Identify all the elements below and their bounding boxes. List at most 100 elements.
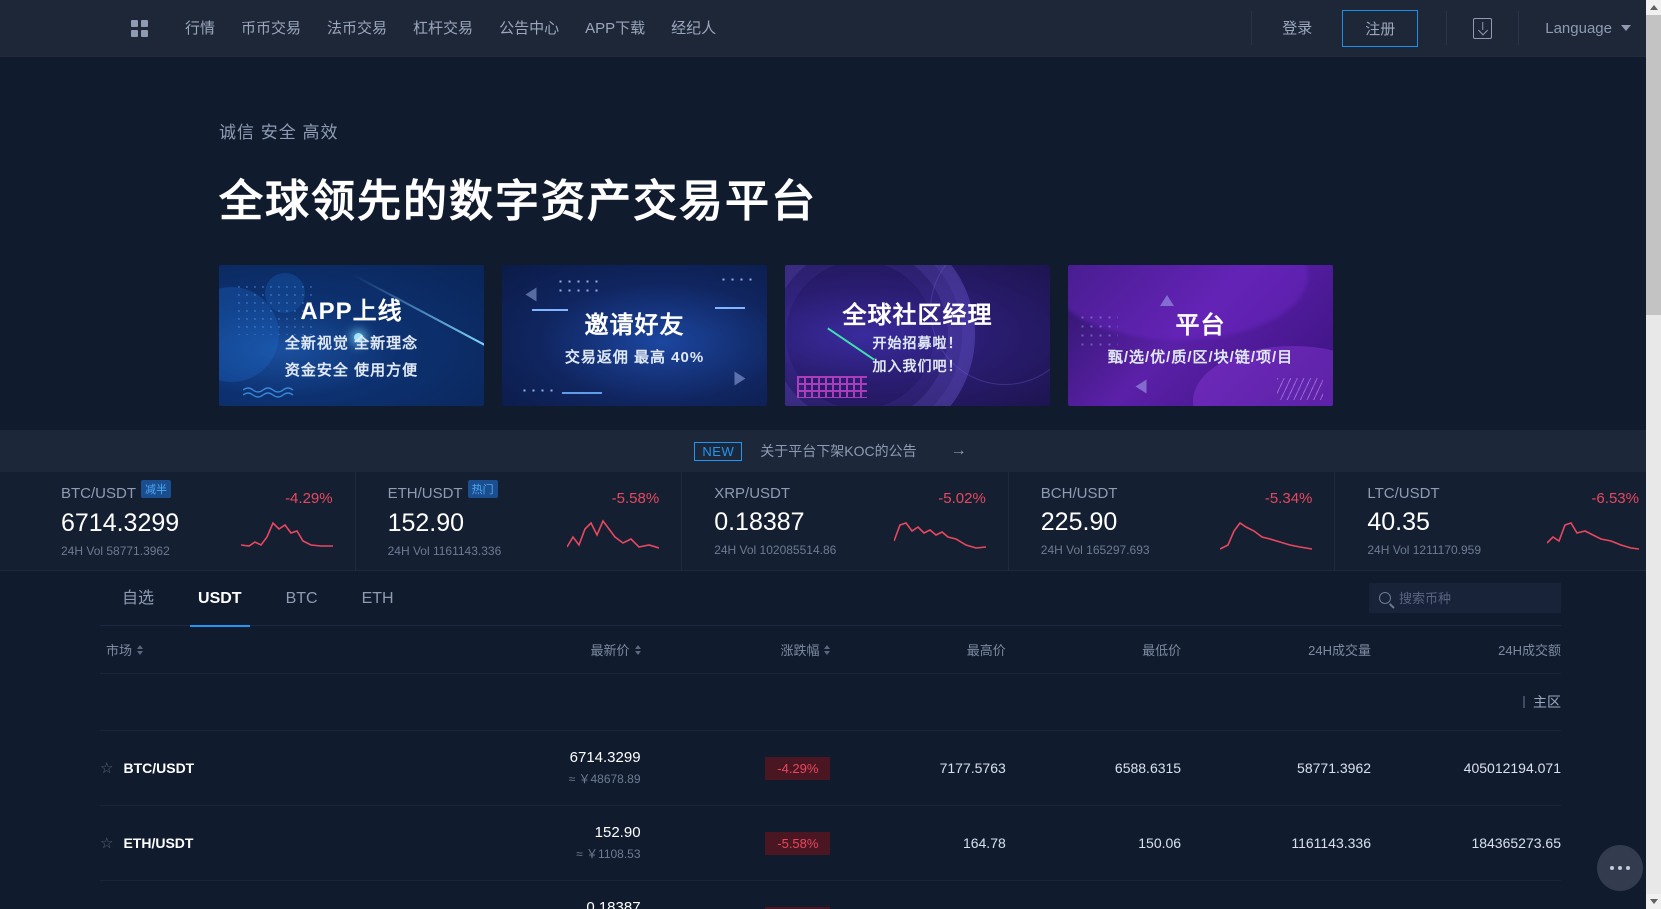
col-turnover[interactable]: 24H成交额: [1371, 626, 1561, 674]
banner-card-app-launch[interactable]: APP上线 全新视觉 全新理念 资金安全 使用方便: [219, 265, 484, 406]
register-button[interactable]: 注册: [1342, 10, 1418, 47]
ticker-badge: 减半: [141, 480, 171, 498]
scroll-up-button[interactable]: [1646, 0, 1661, 15]
banner-card-invite-friends[interactable]: 邀请好友 交易返佣 最高 40%: [502, 265, 767, 406]
col-last-price-inner[interactable]: 最新价: [591, 640, 641, 659]
col-market[interactable]: 市场: [100, 626, 451, 674]
col-volume[interactable]: 24H成交量: [1181, 626, 1371, 674]
cell-price: 0.18387 ≈ ￥1.33: [451, 881, 641, 909]
arrow-right-icon[interactable]: →: [951, 442, 967, 460]
new-badge: NEW: [694, 442, 742, 461]
scrollbar-thumb[interactable]: [1646, 15, 1661, 315]
nav-item-margin-trading[interactable]: 杠杆交易: [400, 0, 486, 57]
cell-pair[interactable]: ☆ XRP/USDT: [100, 881, 451, 909]
sort-icon[interactable]: [137, 645, 143, 655]
tab-favorites[interactable]: 自选: [100, 571, 176, 626]
cell-turnover: 405012194.071: [1371, 731, 1561, 806]
nav-item-spot-trading[interactable]: 币币交易: [228, 0, 314, 57]
cell-pair[interactable]: ☆ BTC/USDT: [100, 731, 451, 806]
ticker-item-eth[interactable]: ETH/USDT 热门 152.90 24H Vol 1161143.336 -…: [355, 472, 682, 571]
star-icon[interactable]: ☆: [100, 834, 113, 852]
ticker-item-btc[interactable]: BTC/USDT 减半 6714.3299 24H Vol 58771.3962…: [0, 472, 355, 571]
ticker-volume: 24H Vol 1161143.336: [388, 544, 502, 558]
tab-usdt[interactable]: USDT: [176, 571, 264, 626]
grid-menu-icon[interactable]: [131, 20, 148, 37]
ticker-price: 225.90: [1041, 508, 1150, 537]
tab-btc[interactable]: BTC: [264, 571, 340, 626]
search-input[interactable]: [1399, 591, 1551, 606]
announcement-bar: NEW 关于平台下架KOC的公告 →: [0, 430, 1661, 472]
banner-decor-dots: [719, 275, 753, 287]
table-header-row: 市场 最新价 涨跌幅: [100, 626, 1561, 674]
banner-decor-wave: [243, 386, 299, 400]
nav-right-group: 登录 注册 Language: [1251, 0, 1661, 56]
ticker-item-xrp[interactable]: XRP/USDT 0.18387 24H Vol 102085514.86 -5…: [681, 472, 1008, 571]
banner-decor-dots: [1078, 313, 1118, 349]
ticker-change: -6.53%: [1591, 490, 1639, 507]
banner-decor-hatch: [1277, 378, 1323, 400]
ticker-item-ltc[interactable]: LTC/USDT 40.35 24H Vol 1211170.959 -6.53…: [1334, 472, 1661, 571]
table-row[interactable]: ☆ XRP/USDT 0.18387 ≈ ￥1.33 -5.02% 0.1956…: [100, 881, 1561, 909]
ticker-volume: 24H Vol 1211170.959: [1367, 543, 1481, 557]
star-icon[interactable]: ☆: [100, 759, 113, 777]
banner-line-2: 加入我们吧！: [873, 356, 963, 376]
col-market-inner[interactable]: 市场: [106, 640, 143, 659]
col-change[interactable]: 涨跌幅: [641, 626, 831, 674]
chevron-up-icon: [1650, 5, 1658, 10]
nav-item-fiat-trading[interactable]: 法币交易: [314, 0, 400, 57]
table-row[interactable]: ☆ ETH/USDT 152.90 ≈ ￥1108.53 -5.58% 164.…: [100, 806, 1561, 881]
login-button[interactable]: 登录: [1252, 0, 1342, 56]
chat-bubble-icon[interactable]: [1597, 845, 1643, 891]
scroll-down-button[interactable]: [1646, 894, 1661, 909]
cell-pair[interactable]: ☆ ETH/USDT: [100, 806, 451, 881]
price-ticker-strip: BTC/USDT 减半 6714.3299 24H Vol 58771.3962…: [0, 472, 1661, 571]
banner-card-platform[interactable]: 平台 甄/选/优/质/区/块/链/项/目: [1068, 265, 1333, 406]
announcement-link[interactable]: 关于平台下架KOC的公告: [760, 441, 916, 461]
col-high[interactable]: 最高价: [830, 626, 1005, 674]
nav-item-announcements[interactable]: 公告中心: [486, 0, 572, 57]
ticker-item-bch[interactable]: BCH/USDT 225.90 24H Vol 165297.693 -5.34…: [1008, 472, 1335, 571]
top-navigation-bar: 行情 币币交易 法币交易 杠杆交易 公告中心 APP下载 经纪人 登录 注册 L…: [0, 0, 1661, 57]
nav-item-markets[interactable]: 行情: [172, 0, 228, 57]
ticker-head: LTC/USDT: [1367, 485, 1481, 502]
ticker-change: -5.34%: [1265, 490, 1313, 507]
nav-item-app-download[interactable]: APP下载: [572, 0, 658, 57]
cell-change: -5.58%: [641, 806, 831, 881]
table-row[interactable]: ☆ BTC/USDT 6714.3299 ≈ ￥48678.89 -4.29% …: [100, 731, 1561, 806]
col-change-inner[interactable]: 涨跌幅: [780, 640, 830, 659]
cell-low: 6588.6315: [1006, 731, 1181, 806]
download-icon[interactable]: [1473, 18, 1492, 39]
cell-high: 7177.5763: [830, 731, 1005, 806]
grid-cell: [131, 30, 138, 37]
banner-decor-greenline: [827, 328, 875, 361]
sort-icon[interactable]: [824, 645, 830, 655]
banner-decor-triangle: [735, 372, 746, 386]
banner-decor-triangle: [1160, 295, 1174, 306]
banner-decor-dots: [556, 277, 598, 297]
search-box[interactable]: [1369, 583, 1561, 613]
cell-price: 6714.3299 ≈ ￥48678.89: [451, 731, 641, 806]
ticker-head: BCH/USDT: [1041, 485, 1150, 502]
sort-icon[interactable]: [635, 645, 641, 655]
change-badge: -4.29%: [765, 757, 830, 780]
tab-eth[interactable]: ETH: [340, 571, 416, 626]
table-group-row: 主区: [100, 674, 1561, 731]
market-tabs: 自选 USDT BTC ETH: [100, 571, 1561, 626]
chat-dots: [1610, 866, 1630, 870]
banner-decor-circle: [265, 273, 305, 313]
table-group-cell: 主区: [100, 674, 1561, 731]
banner-title: APP上线: [300, 291, 402, 326]
nav-spacer: [729, 0, 1251, 56]
page-scrollbar[interactable]: [1646, 0, 1661, 909]
banner-card-community-manager[interactable]: 全球社区经理 开始招募啦！ 加入我们吧！: [785, 265, 1050, 406]
nav-item-broker[interactable]: 经纪人: [658, 0, 729, 57]
price-cny: ≈ ￥1108.53: [451, 845, 641, 862]
pair-name: ETH/USDT: [123, 835, 193, 851]
ticker-info: BTC/USDT 减半 6714.3299 24H Vol 58771.3962: [61, 485, 179, 558]
col-last-price[interactable]: 最新价: [451, 626, 641, 674]
col-low[interactable]: 最低价: [1006, 626, 1181, 674]
ticker-right: -5.02%: [894, 490, 986, 555]
price-value: 6714.3299: [451, 749, 641, 766]
market-table: 市场 最新价 涨跌幅: [100, 626, 1561, 909]
language-selector[interactable]: Language: [1519, 0, 1661, 56]
